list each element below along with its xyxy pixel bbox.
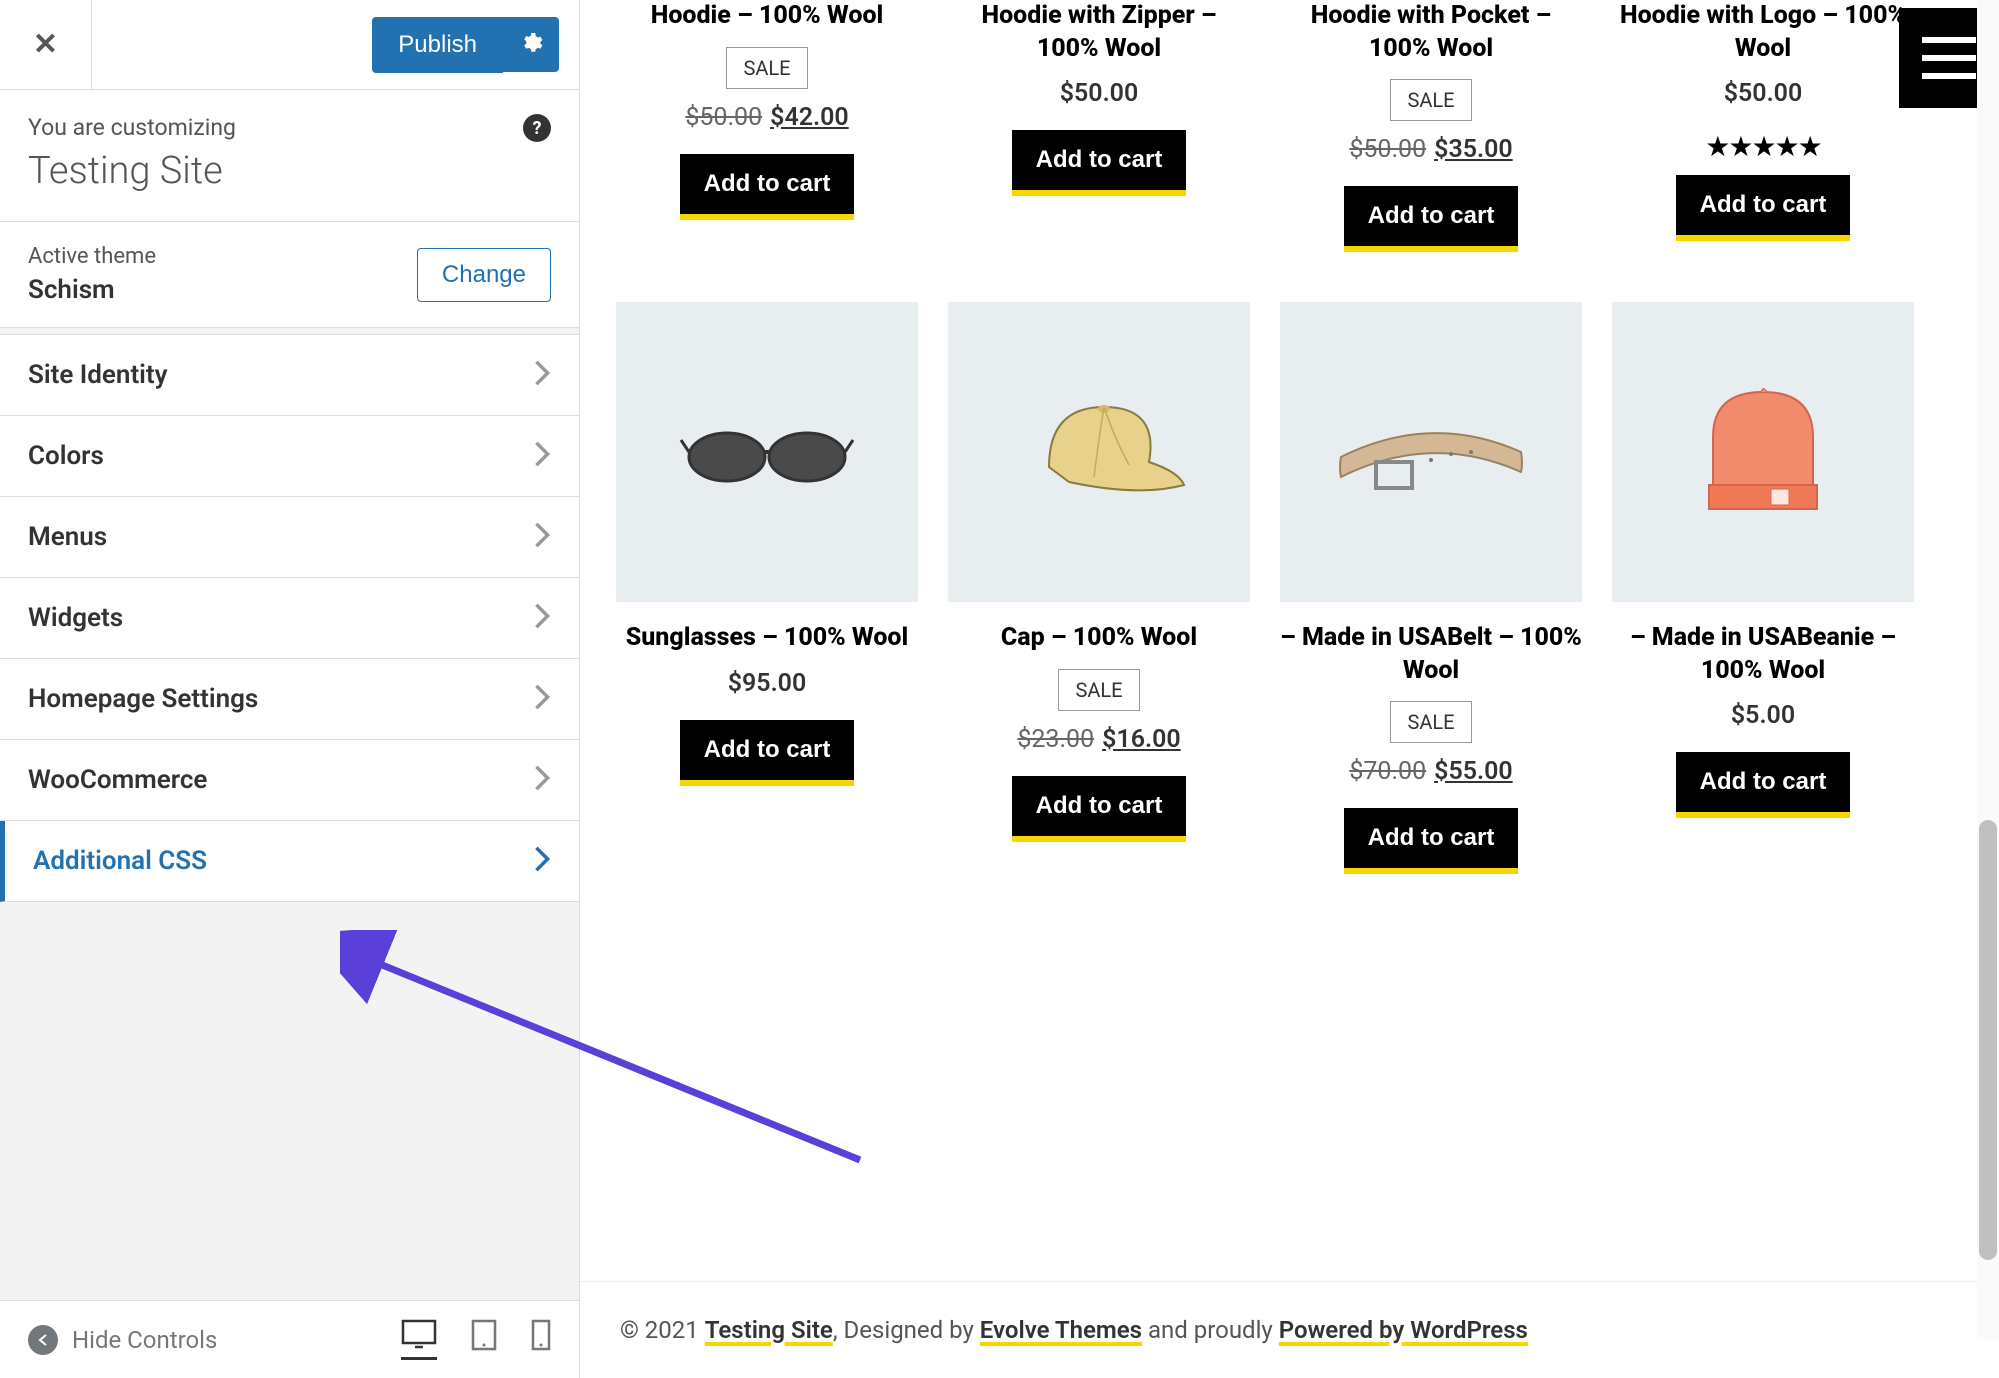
menu-woocommerce[interactable]: WooCommerce xyxy=(0,740,579,821)
customizer-sidebar: ✕ Publish You are customizing Testing Si… xyxy=(0,0,580,1378)
product-card[interactable]: Hoodie – 100% Wool SALE $50.00$42.00 Add… xyxy=(616,0,918,252)
chevron-right-icon xyxy=(533,845,551,877)
customizer-menu: Site Identity Colors Menus Widgets Homep… xyxy=(0,334,579,902)
chevron-right-icon xyxy=(533,521,551,553)
menu-item-label: Widgets xyxy=(28,603,123,633)
publish-wrap: Publish xyxy=(372,17,579,73)
footer-site-link[interactable]: Testing Site xyxy=(705,1316,833,1344)
desktop-icon[interactable] xyxy=(401,1319,437,1360)
product-title: Cap – 100% Wool xyxy=(1001,622,1197,655)
sidebar-header: ✕ Publish xyxy=(0,0,579,90)
product-image-sunglasses xyxy=(616,302,918,602)
product-price: $95.00 xyxy=(728,669,807,698)
menu-item-label: Colors xyxy=(28,441,104,471)
product-card[interactable]: Hoodie with Pocket – 100% Wool SALE $50.… xyxy=(1280,0,1582,252)
scrollbar-thumb[interactable] xyxy=(1979,820,1997,1260)
menu-site-identity[interactable]: Site Identity xyxy=(0,335,579,416)
publish-button[interactable]: Publish xyxy=(372,17,503,73)
product-image-cap xyxy=(948,302,1250,602)
product-title: – Made in USABelt – 100% Wool xyxy=(1280,622,1582,687)
customizing-label: You are customizing xyxy=(28,114,551,141)
add-to-cart-button[interactable]: Add to cart xyxy=(1676,752,1851,818)
add-to-cart-button[interactable]: Add to cart xyxy=(1676,175,1851,241)
sale-badge: SALE xyxy=(1390,701,1471,743)
menu-item-label: Additional CSS xyxy=(33,846,207,876)
product-price: $23.00$16.00 xyxy=(1017,725,1180,754)
sidebar-footer: Hide Controls xyxy=(0,1300,579,1378)
menu-menus[interactable]: Menus xyxy=(0,497,579,578)
scrollbar-track[interactable] xyxy=(1977,0,1999,1340)
hide-controls-label: Hide Controls xyxy=(72,1326,217,1354)
chevron-right-icon xyxy=(533,359,551,391)
product-card[interactable]: Hoodie with Logo – 100% Wool $50.00 ★★★★… xyxy=(1612,0,1914,252)
sale-badge: SALE xyxy=(1058,669,1139,711)
site-footer: © 2021 Testing Site, Designed by Evolve … xyxy=(580,1281,1999,1378)
chevron-right-icon xyxy=(533,764,551,796)
chevron-right-icon xyxy=(533,602,551,634)
footer-wordpress-link[interactable]: Powered by WordPress xyxy=(1279,1316,1528,1344)
active-theme-label: Active theme xyxy=(28,244,156,269)
product-card[interactable]: – Made in USABelt – 100% Wool SALE $70.0… xyxy=(1280,302,1582,874)
footer-text: , Designed by xyxy=(833,1316,980,1344)
product-price: $50.00 xyxy=(1724,79,1803,108)
chevron-right-icon xyxy=(533,683,551,715)
product-title: Hoodie with Zipper – 100% Wool xyxy=(948,0,1250,65)
product-card[interactable]: Hoodie with Zipper – 100% Wool $50.00 Ad… xyxy=(948,0,1250,252)
close-button[interactable]: ✕ xyxy=(0,0,92,90)
menu-homepage-settings[interactable]: Homepage Settings xyxy=(0,659,579,740)
footer-text: and proudly xyxy=(1142,1316,1279,1344)
product-price: $5.00 xyxy=(1731,701,1795,730)
product-image-beanie xyxy=(1612,302,1914,602)
product-title: Hoodie with Logo – 100% Wool xyxy=(1612,0,1914,65)
mobile-icon[interactable] xyxy=(531,1319,551,1360)
help-icon[interactable]: ? xyxy=(523,114,551,142)
menu-item-label: Site Identity xyxy=(28,360,168,390)
sale-badge: SALE xyxy=(1390,79,1471,121)
product-title: Hoodie – 100% Wool xyxy=(651,0,884,33)
publish-settings-button[interactable] xyxy=(503,17,559,72)
hamburger-icon xyxy=(1922,37,1976,43)
add-to-cart-button[interactable]: Add to cart xyxy=(680,154,855,220)
product-image-belt xyxy=(1280,302,1582,602)
hide-controls-button[interactable]: Hide Controls xyxy=(28,1325,217,1355)
product-price: $50.00 xyxy=(1060,79,1139,108)
tablet-icon[interactable] xyxy=(471,1319,497,1360)
collapse-icon xyxy=(28,1325,58,1355)
theme-name: Schism xyxy=(28,275,156,305)
device-preview-icons xyxy=(401,1319,551,1360)
product-card[interactable]: Sunglasses – 100% Wool $95.00 Add to car… xyxy=(616,302,918,874)
menu-widgets[interactable]: Widgets xyxy=(0,578,579,659)
product-price: $50.00$35.00 xyxy=(1349,135,1512,164)
sale-badge: SALE xyxy=(726,47,807,89)
add-to-cart-button[interactable]: Add to cart xyxy=(1012,130,1187,196)
product-price: $70.00$55.00 xyxy=(1349,757,1512,786)
site-title: Testing Site xyxy=(28,149,551,193)
add-to-cart-button[interactable]: Add to cart xyxy=(1012,776,1187,842)
menu-item-label: Homepage Settings xyxy=(28,684,258,714)
add-to-cart-button[interactable]: Add to cart xyxy=(1344,808,1519,874)
product-title: – Made in USABeanie – 100% Wool xyxy=(1612,622,1914,687)
footer-theme-link[interactable]: Evolve Themes xyxy=(980,1316,1142,1344)
gear-icon xyxy=(519,31,543,55)
product-price: $50.00$42.00 xyxy=(685,103,848,132)
preview-pane: Hoodie – 100% Wool SALE $50.00$42.00 Add… xyxy=(580,0,1999,1378)
menu-item-label: WooCommerce xyxy=(28,765,207,795)
active-theme-block: Active theme Schism Change xyxy=(0,222,579,328)
product-title: Sunglasses – 100% Wool xyxy=(626,622,909,655)
product-title: Hoodie with Pocket – 100% Wool xyxy=(1280,0,1582,65)
menu-additional-css[interactable]: Additional CSS xyxy=(0,821,579,902)
product-card[interactable]: Cap – 100% Wool SALE $23.00$16.00 Add to… xyxy=(948,302,1250,874)
chevron-right-icon xyxy=(533,440,551,472)
product-card[interactable]: – Made in USABeanie – 100% Wool $5.00 Ad… xyxy=(1612,302,1914,874)
menu-colors[interactable]: Colors xyxy=(0,416,579,497)
menu-item-label: Menus xyxy=(28,522,107,552)
change-theme-button[interactable]: Change xyxy=(417,248,551,302)
add-to-cart-button[interactable]: Add to cart xyxy=(1344,186,1519,252)
star-rating-icon: ★★★★★ xyxy=(1705,130,1821,163)
close-icon: ✕ xyxy=(33,27,58,62)
footer-copyright: © 2021 xyxy=(620,1316,705,1344)
customizing-block: You are customizing Testing Site ? xyxy=(0,90,579,222)
add-to-cart-button[interactable]: Add to cart xyxy=(680,720,855,786)
